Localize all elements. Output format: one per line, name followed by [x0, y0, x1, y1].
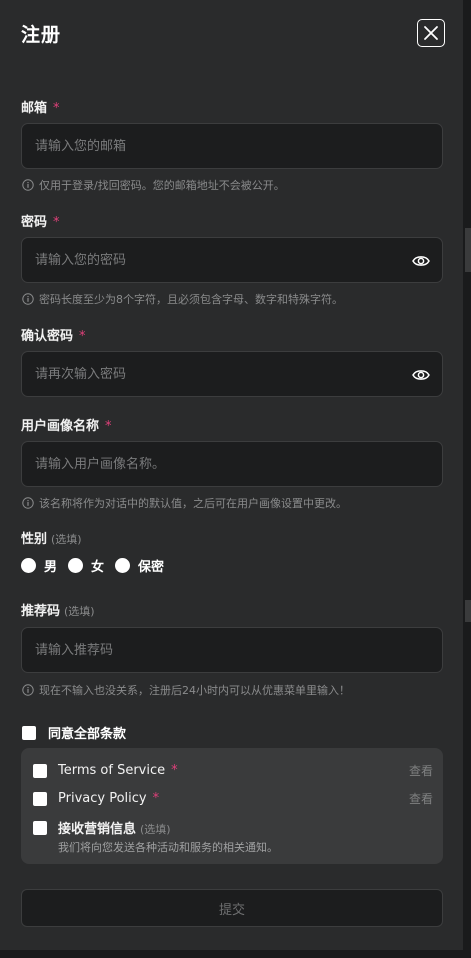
referral-label: 推荐码 (选填) [21, 600, 95, 619]
radio-label: 女 [91, 560, 105, 575]
agree-all-checkbox[interactable] [22, 725, 36, 740]
page-edge [463, 0, 471, 958]
password-input[interactable] [22, 238, 442, 282]
marketing-row: 接收营销信息 (选填) [33, 818, 433, 837]
info-icon [22, 497, 34, 509]
email-hint-text: 仅用于登录/找回密码。您的邮箱地址不会被公开。 [39, 179, 285, 192]
password-hint: 密码长度至少为8个字符，且必须包含字母、数字和特殊字符。 [22, 291, 343, 307]
display-name-field-box [21, 441, 443, 487]
marketing-description: 我们将向您发送各种活动和服务的相关通知。 [58, 841, 278, 854]
required-mark: * [53, 101, 60, 116]
signup-panel: 注册 邮箱 * 仅用于登录/找回密码。您的邮箱地址不会被公开。 密码 * [0, 0, 463, 950]
marketing-label: 接收营销信息 (选填) [58, 818, 171, 837]
terms-of-service-label: Terms of Service * [58, 763, 178, 778]
terms-of-service-text: Terms of Service [58, 763, 166, 778]
marketing-label-text: 接收营销信息 [58, 822, 137, 837]
info-icon [22, 684, 34, 696]
submit-button[interactable]: 提交 [21, 889, 443, 927]
info-icon [22, 179, 34, 191]
required-mark: * [152, 791, 160, 806]
optional-tag: (选填) [64, 605, 95, 618]
email-hint: 仅用于登录/找回密码。您的邮箱地址不会被公开。 [22, 177, 285, 193]
display-name-label-text: 用户画像名称 [21, 419, 100, 434]
close-button[interactable] [417, 19, 445, 47]
radio-circle[interactable] [115, 558, 131, 573]
email-input[interactable] [22, 124, 442, 168]
agree-all-row[interactable]: 同意全部条款 [22, 723, 126, 742]
gender-radio-secret[interactable]: 保密 [115, 556, 164, 575]
required-mark: * [105, 419, 112, 434]
email-field-box [21, 123, 443, 169]
referral-input[interactable] [22, 628, 442, 672]
password-hint-text: 密码长度至少为8个字符，且必须包含字母、数字和特殊字符。 [39, 293, 343, 306]
marketing-checkbox[interactable] [33, 820, 47, 835]
password-field-box [21, 237, 443, 283]
password-label: 密码 * [21, 211, 60, 230]
terms-of-service-checkbox[interactable] [33, 763, 47, 778]
confirm-password-label: 确认密码 * [21, 325, 86, 344]
privacy-policy-label: Privacy Policy * [58, 791, 159, 806]
privacy-policy-text: Privacy Policy [58, 791, 147, 806]
confirm-password-label-text: 确认密码 [21, 329, 74, 344]
agree-all-label: 同意全部条款 [48, 727, 127, 742]
edge-highlight [465, 600, 471, 622]
radio-label: 保密 [138, 560, 165, 575]
email-label-text: 邮箱 [21, 101, 48, 116]
email-label: 邮箱 * [21, 97, 60, 116]
privacy-policy-checkbox[interactable] [33, 791, 47, 806]
referral-field-box [21, 627, 443, 673]
password-label-text: 密码 [21, 215, 48, 230]
radio-circle[interactable] [21, 558, 36, 573]
display-name-input[interactable] [22, 442, 442, 486]
confirm-password-field-box [21, 351, 443, 397]
radio-label: 男 [44, 560, 58, 575]
eye-icon[interactable] [412, 367, 430, 383]
close-icon [424, 26, 438, 40]
referral-hint: 现在不输入也没关系，注册后24小时内可以从优惠菜单里输入！ [22, 682, 350, 698]
display-name-label: 用户画像名称 * [21, 415, 112, 434]
required-mark: * [171, 763, 178, 778]
terms-of-service-view-link[interactable]: 查看 [409, 762, 433, 779]
gender-label: 性别 (选填) [21, 528, 82, 547]
page-title: 注册 [21, 24, 62, 46]
gender-radio-group: 男 女 保密 [21, 556, 175, 575]
radio-circle[interactable] [68, 558, 84, 573]
terms-of-service-row: Terms of Service * 查看 [33, 762, 433, 779]
display-name-hint-text: 该名称将作为对话中的默认值，之后可在用户画像设置中更改。 [39, 497, 347, 510]
info-icon [22, 293, 34, 305]
gender-radio-male[interactable]: 男 [21, 556, 57, 575]
gender-radio-female[interactable]: 女 [68, 556, 104, 575]
required-mark: * [79, 329, 86, 344]
edge-highlight [465, 228, 471, 272]
referral-hint-text: 现在不输入也没关系，注册后24小时内可以从优惠菜单里输入！ [39, 684, 350, 697]
privacy-policy-view-link[interactable]: 查看 [409, 790, 433, 807]
gender-label-text: 性别 [21, 532, 48, 547]
referral-label-text: 推荐码 [21, 604, 61, 619]
display-name-hint: 该名称将作为对话中的默认值，之后可在用户画像设置中更改。 [22, 495, 347, 511]
eye-icon[interactable] [412, 253, 430, 269]
optional-tag: (选填) [140, 823, 171, 836]
optional-tag: (选填) [51, 533, 82, 546]
required-mark: * [53, 215, 60, 230]
privacy-policy-row: Privacy Policy * 查看 [33, 790, 433, 807]
terms-box: Terms of Service * 查看 Privacy Policy * 查看 … [21, 748, 443, 864]
confirm-password-input[interactable] [22, 352, 442, 396]
